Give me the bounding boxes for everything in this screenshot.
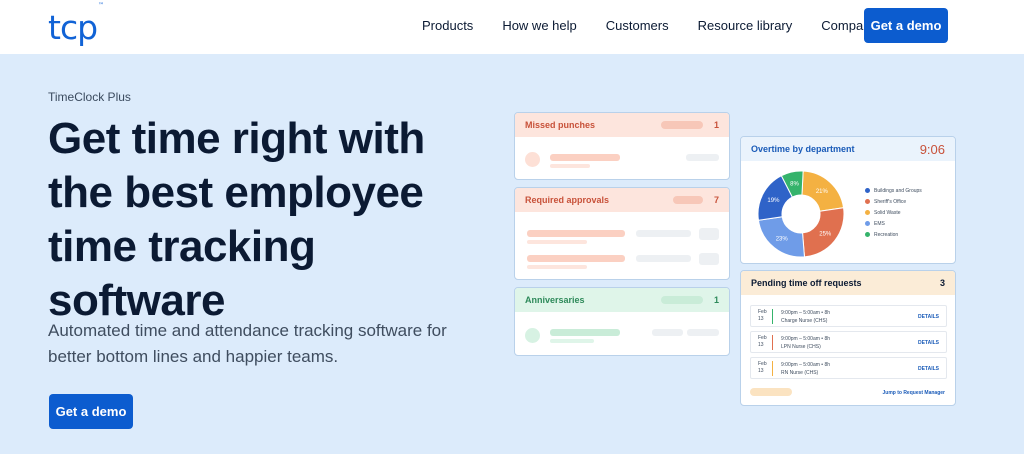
placeholder-bar <box>527 255 625 262</box>
placeholder-bar <box>699 253 719 265</box>
pending-time-off-title: Pending time off requests <box>751 278 862 288</box>
avatar-placeholder <box>525 328 540 343</box>
placeholder-pill <box>673 196 703 204</box>
request-info: 9:00pm – 5:00am • 8h LPN Nurse (CHS) <box>781 336 831 350</box>
top-nav: tcp™ Products How we help Customers Reso… <box>0 0 1024 54</box>
time-off-request-row[interactable]: Feb 13 9:00pm – 5:00am • 8h Charge Nurse (… <box>750 305 947 327</box>
legend-swatch <box>865 199 870 204</box>
legend-item: Buildings and Groups <box>865 185 922 196</box>
legend-item: EMS <box>865 218 922 229</box>
hero-section: TimeClock Plus Get time right with the b… <box>0 54 1024 454</box>
legend-swatch <box>865 210 870 215</box>
placeholder-bar <box>550 329 620 336</box>
hero-headline: Get time right with the best employee ti… <box>48 114 425 325</box>
placeholder-bar <box>550 164 590 168</box>
placeholder-pill <box>661 296 703 304</box>
nav-link-products[interactable]: Products <box>422 18 473 33</box>
donut-slice-label: 19% <box>767 198 780 204</box>
anniversaries-title: Anniversaries <box>525 295 585 305</box>
details-link[interactable]: DETAILS <box>918 340 939 346</box>
nav-link-customers[interactable]: Customers <box>606 18 669 33</box>
nav-links: Products How we help Customers Resource … <box>422 18 906 33</box>
placeholder-pill <box>750 388 792 396</box>
legend-swatch <box>865 221 870 226</box>
jump-to-request-manager-link[interactable]: Jump to Request Manager <box>882 390 945 396</box>
status-indicator <box>772 309 773 324</box>
placeholder-bar <box>687 329 719 336</box>
missed-punches-header: Missed punches 1 <box>515 113 729 137</box>
pending-time-off-count: 3 <box>939 278 945 288</box>
anniversaries-header: Anniversaries 1 <box>515 288 729 312</box>
placeholder-bar <box>636 230 691 237</box>
time-off-request-row[interactable]: Feb 13 9:00pm – 5:00am • 8h LPN Nurse (CHS… <box>750 331 947 353</box>
anniversaries-card: Anniversaries 1 <box>514 287 730 356</box>
nav-link-resource-library[interactable]: Resource library <box>698 18 793 33</box>
anniversaries-count: 1 <box>713 295 719 305</box>
legend-label: Sheriff's Office <box>874 198 907 205</box>
nav-link-how-we-help[interactable]: How we help <box>502 18 576 33</box>
legend-label: Solid Waste <box>874 209 901 216</box>
donut-slice-label: 21% <box>816 189 829 195</box>
legend-swatch <box>865 188 870 193</box>
required-approvals-header: Required approvals 7 <box>515 188 729 212</box>
request-date: Feb 13 <box>758 361 767 374</box>
tcp-logo[interactable]: tcp™ <box>48 2 104 47</box>
legend-label: Recreation <box>874 231 899 238</box>
placeholder-bar <box>527 265 587 269</box>
legend-label: Buildings and Groups <box>874 187 922 194</box>
required-approvals-title: Required approvals <box>525 195 610 205</box>
placeholder-pill <box>661 121 703 129</box>
missed-punches-card: Missed punches 1 <box>514 112 730 180</box>
legend-label: EMS <box>874 220 885 227</box>
placeholder-bar <box>550 154 620 161</box>
missed-punches-title: Missed punches <box>525 120 596 130</box>
required-approvals-card: Required approvals 7 <box>514 187 730 280</box>
status-indicator <box>772 361 773 376</box>
details-link[interactable]: DETAILS <box>918 314 939 320</box>
required-approvals-count: 7 <box>713 195 719 205</box>
legend-swatch <box>865 232 870 237</box>
legend-item: Sheriff's Office <box>865 196 922 207</box>
request-date: Feb 13 <box>758 309 767 322</box>
placeholder-bar <box>527 240 587 244</box>
donut-slice-label: 25% <box>819 231 832 237</box>
hero-get-demo-button[interactable]: Get a demo <box>49 394 133 429</box>
clock-time: 9:06 <box>919 142 945 157</box>
hero-eyebrow: TimeClock Plus <box>48 90 131 104</box>
placeholder-bar <box>652 329 683 336</box>
request-date: Feb 13 <box>758 335 767 348</box>
placeholder-bar <box>686 154 719 161</box>
donut-slice-label: 23% <box>776 236 789 242</box>
overtime-card: Overtime by department 9:06 21% 25% 23% 19%… <box>740 136 956 264</box>
avatar-placeholder <box>525 152 540 167</box>
placeholder-bar <box>550 339 594 343</box>
placeholder-bar <box>636 255 691 262</box>
overtime-title: Overtime by department <box>751 144 855 154</box>
pending-time-off-header: Pending time off requests 3 <box>741 271 955 295</box>
request-info: 9:00pm – 5:00am • 8h RN Nurse (CHS) <box>781 362 831 376</box>
hero-subhead: Automated time and attendance tracking s… <box>48 321 447 366</box>
missed-punches-count: 1 <box>713 120 719 130</box>
request-info: 9:00pm – 5:00am • 8h Charge Nurse (CHS) <box>781 310 831 324</box>
legend-item: Recreation <box>865 229 922 240</box>
legend-item: Solid Waste <box>865 207 922 218</box>
donut-slice-label: 8% <box>790 182 799 188</box>
overtime-donut-chart: 21% 25% 23% 19% 8% <box>757 170 845 258</box>
details-link[interactable]: DETAILS <box>918 366 939 372</box>
time-off-request-row[interactable]: Feb 13 9:00pm – 5:00am • 8h RN Nurse (CHS)… <box>750 357 947 379</box>
pending-time-off-card: Pending time off requests 3 Feb 13 9:00pm… <box>740 270 956 406</box>
overtime-legend: Buildings and Groups Sheriff's Office So… <box>865 185 922 240</box>
placeholder-bar <box>699 228 719 240</box>
placeholder-bar <box>527 230 625 237</box>
status-indicator <box>772 335 773 350</box>
nav-get-demo-button[interactable]: Get a demo <box>864 8 948 43</box>
